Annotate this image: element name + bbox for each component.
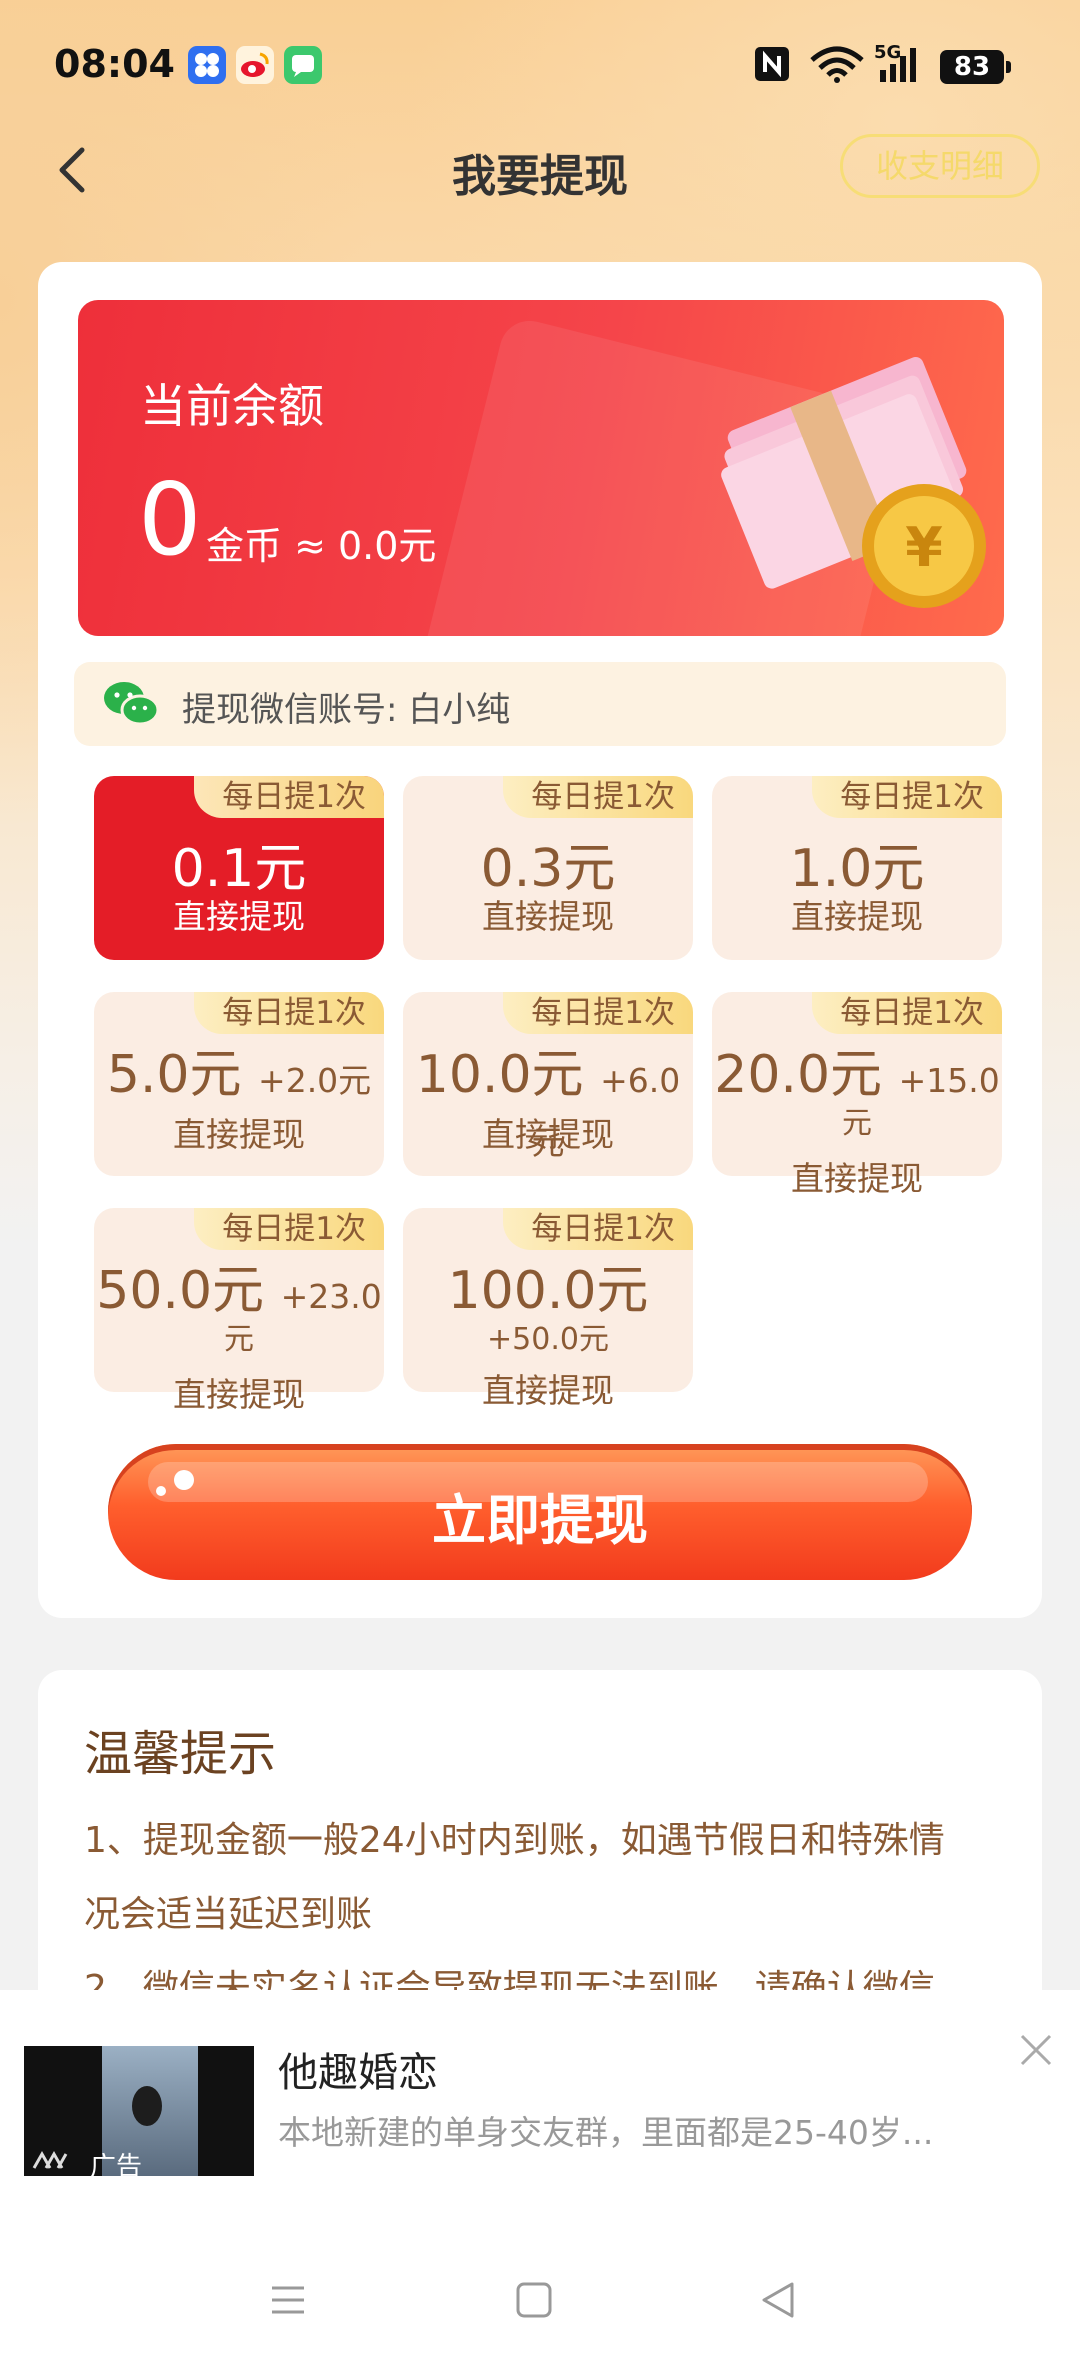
option-subtitle: 直接提现 xyxy=(173,1375,305,1414)
ad-logo-icon xyxy=(32,2150,68,2169)
daily-limit-tag: 每日提1次 xyxy=(194,1208,384,1250)
option-subtitle: 直接提现 xyxy=(791,1159,923,1198)
daily-limit-tag: 每日提1次 xyxy=(812,776,1002,818)
ad-banner[interactable]: 广告 他趣婚恋 本地新建的单身交友群，里面都是25-40岁... xyxy=(0,1990,1080,2190)
balance-label: 当前余额 xyxy=(140,379,324,433)
option-amount: 20.0元 xyxy=(714,1045,883,1105)
withdraw-option-100.0[interactable]: 每日提1次 100.0元 +50.0元 直接提现 xyxy=(403,1208,693,1410)
wifi-icon xyxy=(810,46,864,83)
battery-indicator: 83 xyxy=(940,50,1011,84)
balance-coins: 0 xyxy=(138,461,202,578)
tips-line: 况会适当延迟到账 xyxy=(84,1894,373,1935)
menu-icon[interactable] xyxy=(268,2280,308,2320)
option-bonus: +15.0 xyxy=(898,1061,1000,1100)
ad-image-face xyxy=(132,2086,162,2126)
withdraw-now-button[interactable]: 立即提现 xyxy=(108,1444,972,1580)
money-stack-icon: ¥ xyxy=(721,357,986,608)
option-subtitle: 直接提现 xyxy=(482,1115,614,1154)
daily-limit-tag: 每日提1次 xyxy=(194,776,384,818)
withdraw-option-0.3[interactable]: 每日提1次 0.3元 直接提现 xyxy=(403,776,693,960)
withdraw-option-0.1[interactable]: 每日提1次 0.1元 直接提现 xyxy=(94,776,384,960)
balance-panel: 当前余额 0 金币 ≈ 0.0元 ¥ xyxy=(78,300,1004,636)
ad-tag: 广告 xyxy=(90,2152,143,2176)
wechat-account-bar: 提现微信账号: 白小纯 xyxy=(74,662,1006,746)
daily-limit-tag: 每日提1次 xyxy=(503,992,693,1034)
option-bonus: +23.0 xyxy=(280,1277,382,1316)
ad-thumbnail: 广告 xyxy=(24,2046,254,2176)
option-subtitle: 直接提现 xyxy=(791,897,923,936)
option-bonus-unit: 元 xyxy=(842,1106,872,1141)
wechat-account-text: 提现微信账号: 白小纯 xyxy=(182,690,511,730)
status-time: 08:04 xyxy=(54,42,175,86)
option-subtitle: 直接提现 xyxy=(482,1371,614,1410)
option-amount: 10.0元 xyxy=(415,1045,584,1105)
withdraw-now-label: 立即提现 xyxy=(432,1489,648,1552)
close-icon[interactable] xyxy=(1016,2030,1056,2070)
income-expense-detail-button[interactable]: 收支明细 xyxy=(840,134,1040,198)
tips-line: 1、提现金额一般24小时内到账，如遇节假日和特殊情 xyxy=(84,1820,945,1861)
option-amount: 100.0元 xyxy=(447,1261,649,1321)
nfc-icon xyxy=(755,47,789,81)
daily-limit-tag: 每日提1次 xyxy=(503,1208,693,1250)
system-navigation-bar xyxy=(0,2190,1080,2362)
message-icon xyxy=(284,46,322,84)
home-icon[interactable] xyxy=(514,2280,554,2320)
option-amount: 5.0元 xyxy=(106,1045,242,1105)
signal-icon xyxy=(880,48,916,82)
option-subtitle: 直接提现 xyxy=(173,897,305,936)
option-subtitle: 直接提现 xyxy=(482,897,614,936)
header-bar: 我要提现 收支明细 xyxy=(0,120,1080,220)
withdraw-option-10.0[interactable]: 每日提1次 10.0元 +6.0元 直接提现 xyxy=(403,992,693,1176)
weibo-icon xyxy=(236,46,274,84)
daily-limit-tag: 每日提1次 xyxy=(194,992,384,1034)
ad-description: 本地新建的单身交友群，里面都是25-40岁... xyxy=(278,2113,934,2152)
option-bonus-unit: 元 xyxy=(224,1322,254,1357)
daily-limit-tag: 每日提1次 xyxy=(812,992,1002,1034)
svg-text:¥: ¥ xyxy=(905,516,943,579)
tips-title: 温馨提示 xyxy=(84,1726,277,1782)
option-subtitle: 直接提现 xyxy=(173,1115,305,1154)
withdraw-option-20.0[interactable]: 每日提1次 20.0元 +15.0 元 直接提现 xyxy=(712,992,1002,1198)
daily-limit-tag: 每日提1次 xyxy=(503,776,693,818)
ad-title: 他趣婚恋 xyxy=(278,2050,438,2096)
wechat-icon xyxy=(104,682,160,726)
withdraw-option-5.0[interactable]: 每日提1次 5.0元 +2.0元 直接提现 xyxy=(94,992,384,1176)
status-bar: 08:04 5G 83 xyxy=(0,0,1080,130)
withdraw-option-50.0[interactable]: 每日提1次 50.0元 +23.0 元 直接提现 xyxy=(94,1208,384,1414)
option-amount: 50.0元 xyxy=(96,1261,265,1321)
option-bonus: +2.0元 xyxy=(258,1061,372,1100)
withdraw-option-1.0[interactable]: 每日提1次 1.0元 直接提现 xyxy=(712,776,1002,960)
option-bonus: +50.0元 xyxy=(487,1322,609,1357)
balance-unit: 金币 ≈ 0.0元 xyxy=(206,524,437,568)
app-notification-icon xyxy=(188,46,226,84)
back-icon[interactable] xyxy=(758,2280,798,2320)
